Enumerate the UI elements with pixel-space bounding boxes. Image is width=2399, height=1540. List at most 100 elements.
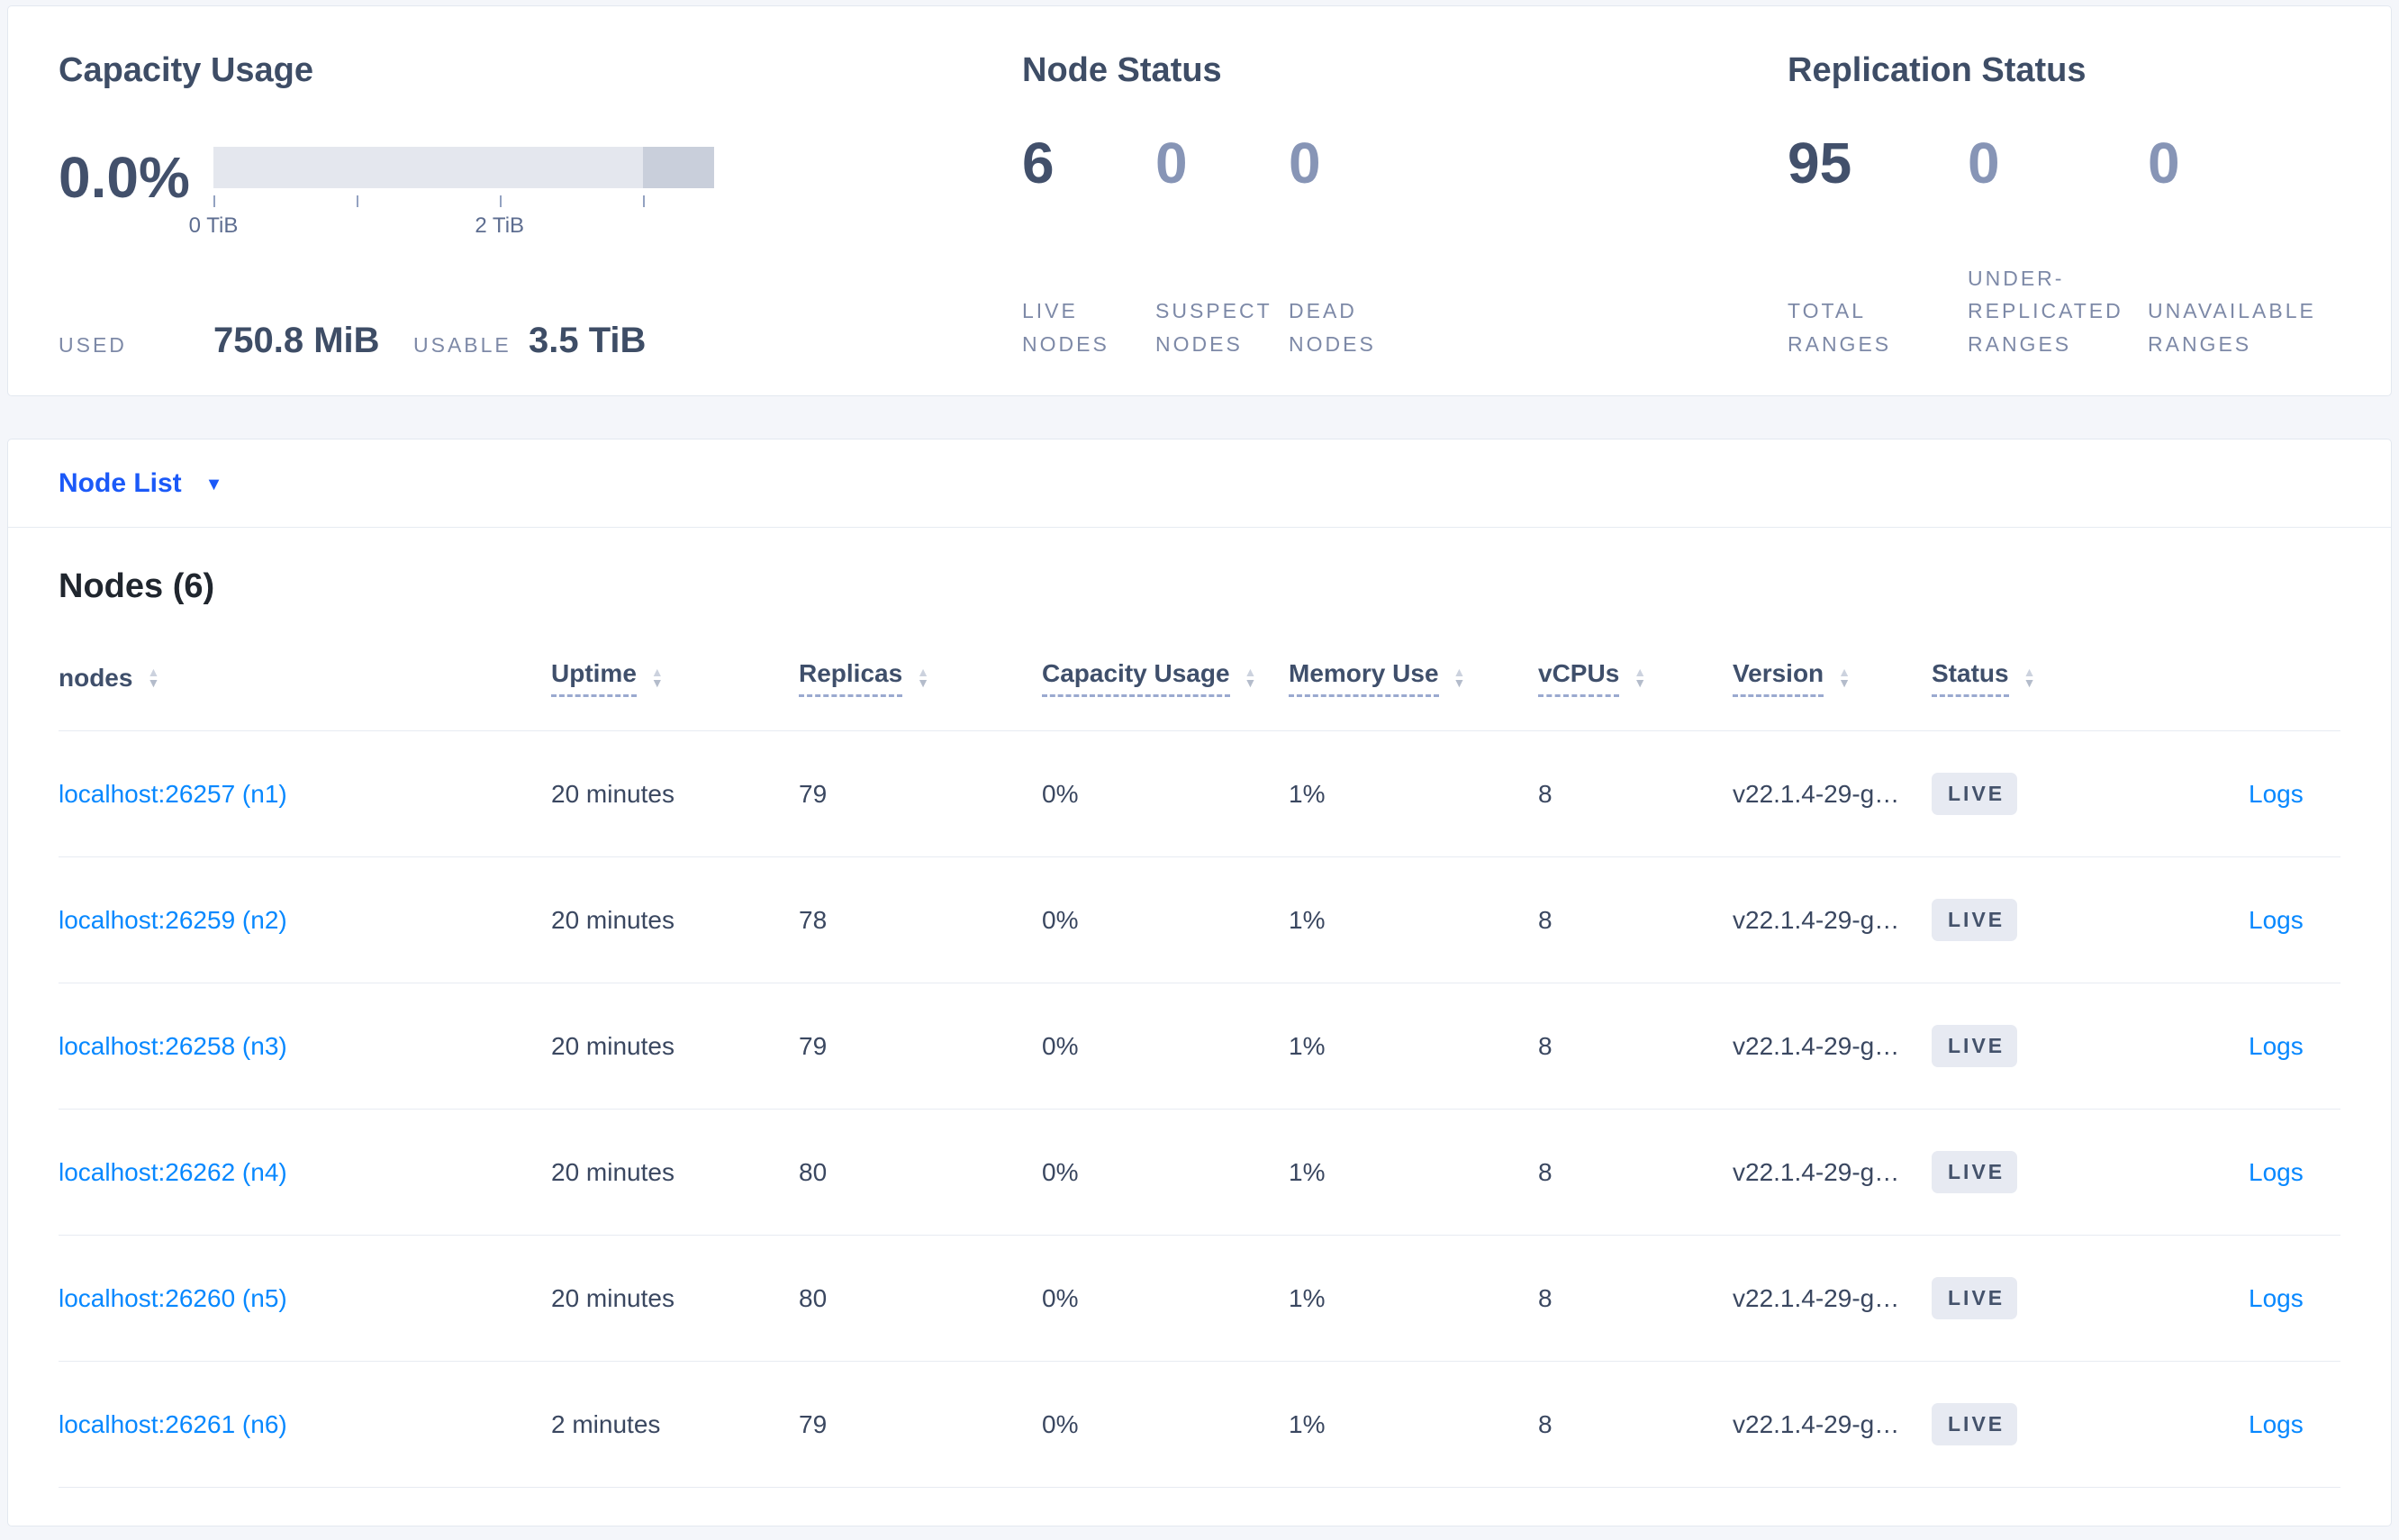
total-ranges-label: TOTAL RANGES (1788, 299, 1892, 357)
status-badge: LIVE (1932, 1403, 2018, 1445)
cluster-summary-card: Capacity Usage 0.0% 0 TiB 2 TiB USED 750… (7, 5, 2392, 396)
node-status-section: Node Status 6 LIVE NODES 0 SUSPECT NODES… (1022, 50, 1788, 395)
replicas-cell: 79 (799, 1031, 828, 1060)
replicas-cell: 78 (799, 905, 828, 934)
table-row: localhost:26258 (n3) 20 minutes 79 0% 1%… (59, 983, 2340, 1110)
sort-icon: ▲ ▼ (1453, 666, 1466, 689)
sort-desc-icon: ▼ (650, 675, 664, 690)
node-link[interactable]: localhost:26257 (n1) (59, 780, 287, 808)
table-row: localhost:26261 (n6) 2 minutes 79 0% 1% … (59, 1362, 2340, 1488)
vcpus-cell: 8 (1538, 1157, 1553, 1186)
sort-desc-icon: ▼ (2023, 675, 2036, 690)
used-value: 750.8 MiB (213, 321, 380, 360)
axis-tick (642, 195, 645, 207)
total-ranges-stat: 95 TOTAL RANGES (1788, 134, 1968, 361)
unavailable-ranges-stat: 0 UNAVAILABLE RANGES (2148, 134, 2328, 361)
axis-tick (213, 195, 215, 207)
axis-tick (499, 195, 502, 207)
replicas-cell: 80 (799, 1157, 828, 1186)
sort-icon: ▲ ▼ (1838, 666, 1851, 690)
replication-status-section: Replication Status 95 TOTAL RANGES 0 UND… (1788, 50, 2391, 395)
node-link[interactable]: localhost:26261 (n6) (59, 1410, 287, 1438)
column-header-version[interactable]: Version ▲ ▼ (1733, 658, 1932, 697)
capacity-bar-dark-segment (642, 147, 714, 188)
usable-label: USABLE (413, 333, 511, 357)
column-header-uptime[interactable]: Uptime ▲ ▼ (551, 658, 799, 697)
column-header-capacity-usage[interactable]: Capacity Usage ▲ ▼ (1042, 658, 1289, 697)
total-ranges-value: 95 (1788, 131, 1852, 195)
capacity-bar-track (213, 147, 714, 188)
memory-cell: 1% (1289, 1283, 1326, 1312)
capacity-cell: 0% (1042, 1283, 1079, 1312)
suspect-nodes-label: SUSPECT NODES (1155, 299, 1272, 357)
capacity-bar-chart: 0 TiB 2 TiB (189, 134, 714, 242)
column-header-replicas[interactable]: Replicas ▲ ▼ (799, 658, 1042, 697)
node-list-dropdown-label: Node List (59, 467, 182, 498)
version-cell: v22.1.4-29-g… (1733, 1031, 1900, 1060)
uptime-cell: 20 minutes (551, 905, 674, 934)
node-link[interactable]: localhost:26258 (n3) (59, 1032, 287, 1060)
sort-icon: ▲ ▼ (1244, 666, 1257, 690)
node-list-card: Node List ▼ Nodes (6) nodes ▲ ▼ Uptime ▲ ▼… (7, 439, 2392, 1526)
replicas-cell: 80 (799, 1283, 828, 1312)
version-cell: v22.1.4-29-g… (1733, 1283, 1900, 1312)
nodes-table-section: Nodes (6) nodes ▲ ▼ Uptime ▲ ▼ Replicas ▲ ▼… (8, 528, 2391, 1524)
version-cell: v22.1.4-29-g… (1733, 905, 1900, 934)
logs-link[interactable]: Logs (2249, 1284, 2304, 1312)
used-label: USED (59, 333, 127, 357)
uptime-cell: 20 minutes (551, 1157, 674, 1186)
sort-icon: ▲ ▼ (650, 666, 664, 690)
dead-nodes-label: DEAD NODES (1289, 299, 1376, 357)
sort-desc-icon: ▼ (1244, 675, 1257, 690)
logs-link[interactable]: Logs (2249, 1410, 2304, 1438)
status-badge: LIVE (1932, 1151, 2018, 1193)
uptime-cell: 20 minutes (551, 1031, 674, 1060)
memory-cell: 1% (1289, 1031, 1326, 1060)
sort-desc-icon: ▼ (1634, 675, 1647, 690)
live-nodes-value: 6 (1022, 131, 1055, 195)
version-cell: v22.1.4-29-g… (1733, 1157, 1900, 1186)
version-cell: v22.1.4-29-g… (1733, 779, 1900, 808)
column-header-vcpus[interactable]: vCPUs ▲ ▼ (1538, 658, 1733, 697)
under-replicated-ranges-label: UNDER- REPLICATED RANGES (1968, 266, 2123, 357)
table-row: localhost:26260 (n5) 20 minutes 80 0% 1%… (59, 1236, 2340, 1362)
node-list-dropdown[interactable]: Node List ▼ (8, 439, 2391, 528)
node-status-title: Node Status (1022, 51, 1222, 89)
status-badge: LIVE (1932, 773, 2018, 815)
capacity-cell: 0% (1042, 779, 1079, 808)
column-header-memory-use[interactable]: Memory Use ▲ ▼ (1289, 658, 1538, 697)
unavailable-ranges-value: 0 (2148, 131, 2180, 195)
axis-tick-label: 0 TiB (188, 213, 239, 238)
capacity-cell: 0% (1042, 1157, 1079, 1186)
memory-cell: 1% (1289, 1409, 1326, 1438)
vcpus-cell: 8 (1538, 905, 1553, 934)
logs-link[interactable]: Logs (2249, 1032, 2304, 1060)
dead-nodes-stat: 0 DEAD NODES (1289, 134, 1422, 361)
under-replicated-ranges-value: 0 (1968, 131, 2000, 195)
sort-icon: ▲ ▼ (917, 666, 929, 689)
table-row: localhost:26259 (n2) 20 minutes 78 0% 1%… (59, 857, 2340, 983)
logs-link[interactable]: Logs (2249, 780, 2304, 808)
sort-desc-icon: ▼ (1838, 675, 1851, 690)
suspect-nodes-value: 0 (1155, 131, 1188, 195)
status-badge: LIVE (1932, 1025, 2018, 1067)
logs-link[interactable]: Logs (2249, 1158, 2304, 1186)
table-row: localhost:26257 (n1) 20 minutes 79 0% 1%… (59, 731, 2340, 857)
memory-cell: 1% (1289, 1157, 1326, 1186)
capacity-cell: 0% (1042, 905, 1079, 934)
axis-tick-label: 2 TiB (475, 213, 525, 238)
sort-icon: ▲ ▼ (147, 666, 159, 689)
vcpus-cell: 8 (1538, 1031, 1553, 1060)
node-link[interactable]: localhost:26260 (n5) (59, 1284, 287, 1312)
node-link[interactable]: localhost:26259 (n2) (59, 906, 287, 934)
column-header-nodes[interactable]: nodes ▲ ▼ (59, 663, 551, 693)
node-link[interactable]: localhost:26262 (n4) (59, 1158, 287, 1186)
live-nodes-stat: 6 LIVE NODES (1022, 134, 1155, 361)
status-badge: LIVE (1932, 899, 2018, 941)
under-replicated-ranges-stat: 0 UNDER- REPLICATED RANGES (1968, 134, 2148, 361)
suspect-nodes-stat: 0 SUSPECT NODES (1155, 134, 1289, 361)
column-header-status[interactable]: Status ▲ ▼ (1932, 658, 2249, 697)
unavailable-ranges-label: UNAVAILABLE RANGES (2148, 299, 2316, 357)
logs-link[interactable]: Logs (2249, 906, 2304, 934)
vcpus-cell: 8 (1538, 779, 1553, 808)
